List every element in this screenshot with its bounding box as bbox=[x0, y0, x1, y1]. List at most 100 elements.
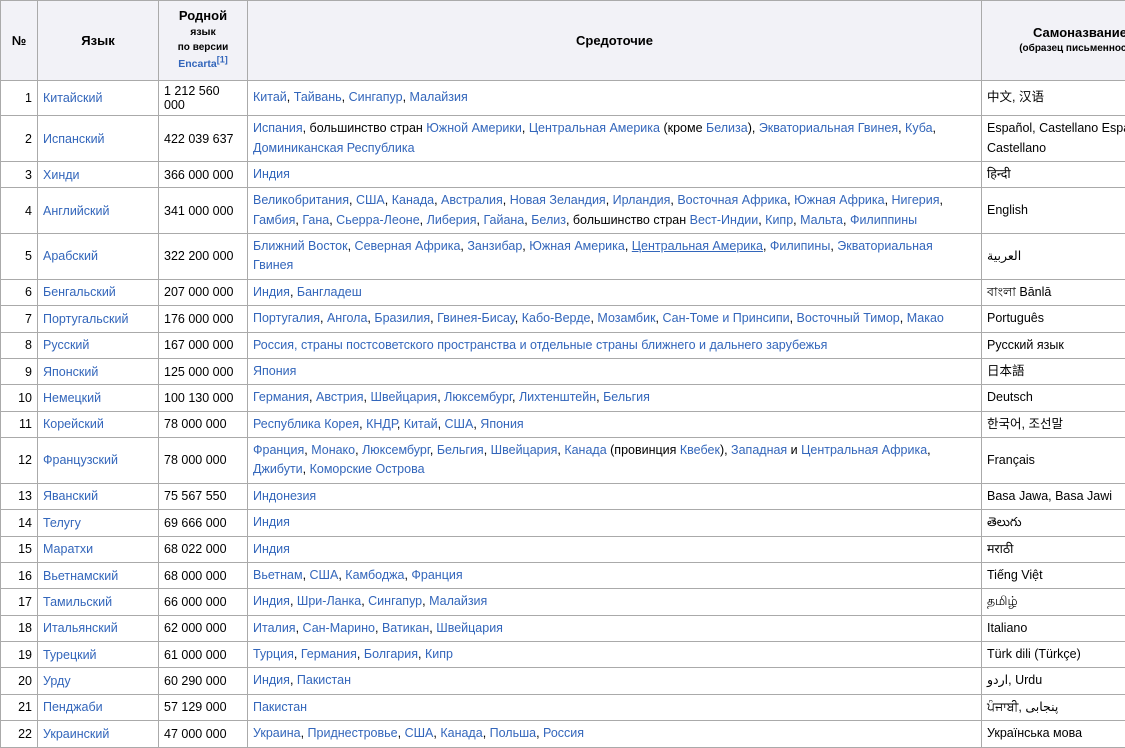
region-link[interactable]: Ангола bbox=[327, 311, 367, 325]
column-header-focus[interactable]: Средоточие bbox=[248, 1, 982, 81]
region-link[interactable]: Люксембург bbox=[362, 443, 430, 457]
region-link[interactable]: Экваториальная Гвинея bbox=[759, 121, 898, 135]
region-link[interactable]: Монако bbox=[311, 443, 355, 457]
region-link[interactable]: Швейцария bbox=[491, 443, 558, 457]
region-link[interactable]: Канада bbox=[440, 726, 482, 740]
region-link[interactable]: Япония bbox=[253, 364, 296, 378]
region-link[interactable]: Гана bbox=[302, 213, 329, 227]
region-link[interactable]: Кабо-Верде bbox=[522, 311, 591, 325]
region-link[interactable]: Белиз bbox=[531, 213, 566, 227]
region-link[interactable]: Великобритания bbox=[253, 193, 349, 207]
region-link[interactable]: Россия bbox=[543, 726, 584, 740]
region-link[interactable]: Сингапур bbox=[349, 90, 403, 104]
region-link[interactable]: Ближний Восток bbox=[253, 239, 348, 253]
region-link[interactable]: Гвинея-Бисау bbox=[437, 311, 515, 325]
region-link[interactable]: Белиза bbox=[706, 121, 748, 135]
language-link[interactable]: Украинский bbox=[43, 727, 109, 741]
region-link[interactable]: Камбоджа bbox=[345, 568, 404, 582]
region-link[interactable]: Макао bbox=[907, 311, 944, 325]
region-link[interactable]: Джибути bbox=[253, 462, 303, 476]
region-link[interactable]: Сан-Марино bbox=[303, 621, 375, 635]
region-link[interactable]: Южная Африка bbox=[794, 193, 884, 207]
region-link[interactable]: Либерия bbox=[427, 213, 477, 227]
region-link[interactable]: Испания bbox=[253, 121, 303, 135]
region-link[interactable]: Индия bbox=[253, 673, 290, 687]
region-link[interactable]: США bbox=[356, 193, 385, 207]
region-link[interactable]: Коморские Острова bbox=[310, 462, 425, 476]
language-link[interactable]: Итальянский bbox=[43, 621, 118, 635]
region-link[interactable]: Центральная Америка bbox=[529, 121, 660, 135]
language-link[interactable]: Немецкий bbox=[43, 391, 101, 405]
region-link[interactable]: Австралия bbox=[441, 193, 503, 207]
region-link[interactable]: Португалия bbox=[253, 311, 320, 325]
region-link[interactable]: Польша bbox=[490, 726, 536, 740]
region-link[interactable]: Индия bbox=[253, 167, 290, 181]
region-link[interactable]: Китай bbox=[253, 90, 287, 104]
region-link[interactable]: Турция bbox=[253, 647, 294, 661]
region-link[interactable]: Мозамбик bbox=[597, 311, 655, 325]
region-link[interactable]: Франция bbox=[411, 568, 462, 582]
column-header-number[interactable]: № bbox=[1, 1, 38, 81]
region-link[interactable]: Восточная Африка bbox=[677, 193, 787, 207]
language-link[interactable]: Французский bbox=[43, 453, 118, 467]
region-link[interactable]: Сингапур bbox=[368, 594, 422, 608]
reference-superscript[interactable]: [1] bbox=[217, 55, 228, 65]
region-link[interactable]: Квебек bbox=[680, 443, 720, 457]
region-link[interactable]: Индия bbox=[253, 542, 290, 556]
region-link[interactable]: Австрия bbox=[316, 390, 364, 404]
region-link[interactable]: Германия bbox=[301, 647, 357, 661]
region-link[interactable]: КНДР bbox=[366, 417, 397, 431]
region-link[interactable]: Ватикан bbox=[382, 621, 429, 635]
region-link[interactable]: Северная Африка bbox=[355, 239, 461, 253]
region-link[interactable]: Италия bbox=[253, 621, 296, 635]
language-link[interactable]: Японский bbox=[43, 365, 98, 379]
region-link[interactable]: Западная bbox=[731, 443, 787, 457]
region-link[interactable]: Бельгия bbox=[437, 443, 484, 457]
region-link[interactable]: Канада bbox=[564, 443, 606, 457]
language-link[interactable]: Турецкий bbox=[43, 648, 97, 662]
region-link[interactable]: Индия bbox=[253, 285, 290, 299]
language-link[interactable]: Маратхи bbox=[43, 542, 93, 556]
language-link[interactable]: Корейский bbox=[43, 417, 104, 431]
region-link[interactable]: Кипр bbox=[425, 647, 453, 661]
region-link[interactable]: Индия bbox=[253, 515, 290, 529]
region-link[interactable]: Сан-Томе и Принсипи bbox=[663, 311, 790, 325]
region-link[interactable]: США bbox=[310, 568, 339, 582]
region-link[interactable]: Центральная Америка bbox=[632, 239, 763, 253]
region-link[interactable]: Индия bbox=[253, 594, 290, 608]
region-link[interactable]: Республика Корея bbox=[253, 417, 359, 431]
region-link[interactable]: Китай bbox=[404, 417, 438, 431]
encarta-link[interactable]: Encarta bbox=[178, 58, 217, 70]
region-link[interactable]: Швейцария bbox=[370, 390, 437, 404]
language-link[interactable]: Английский bbox=[43, 204, 109, 218]
region-link[interactable]: Бразилия bbox=[374, 311, 430, 325]
region-link[interactable]: Малайзия bbox=[410, 90, 468, 104]
region-link[interactable]: Нигерия bbox=[892, 193, 940, 207]
language-link[interactable]: Урду bbox=[43, 674, 71, 688]
region-link[interactable]: Бангладеш bbox=[297, 285, 362, 299]
region-link[interactable]: Куба bbox=[905, 121, 933, 135]
region-link[interactable]: Вьетнам bbox=[253, 568, 303, 582]
region-link[interactable]: Болгария bbox=[364, 647, 418, 661]
region-link[interactable]: Гайана bbox=[483, 213, 524, 227]
column-header-self-name[interactable]: Самоназвание (образец письменности) bbox=[982, 1, 1125, 81]
region-link[interactable]: , страны постсоветского пространства и о… bbox=[294, 338, 827, 352]
region-link[interactable]: Доминиканская Республика bbox=[253, 141, 415, 155]
region-link[interactable]: Мальта bbox=[800, 213, 843, 227]
region-link[interactable]: Пакистан bbox=[297, 673, 351, 687]
region-link[interactable]: Новая Зеландия bbox=[510, 193, 606, 207]
region-link[interactable]: Филиппины bbox=[850, 213, 917, 227]
region-link[interactable]: США bbox=[405, 726, 434, 740]
reference-link-1[interactable]: [1] bbox=[217, 55, 228, 65]
region-link[interactable]: Вест-Индии bbox=[690, 213, 759, 227]
region-link[interactable]: Бельгия bbox=[603, 390, 650, 404]
column-header-native-speakers[interactable]: Родной язык по версии Encarta[1] bbox=[159, 1, 248, 81]
region-link[interactable]: Приднестровье bbox=[308, 726, 398, 740]
region-link[interactable]: Россия bbox=[253, 338, 294, 352]
region-link[interactable]: Южная Америка bbox=[529, 239, 625, 253]
region-link[interactable]: Япония bbox=[480, 417, 523, 431]
region-link[interactable]: Тайвань bbox=[294, 90, 342, 104]
language-link[interactable]: Вьетнамский bbox=[43, 569, 118, 583]
language-link[interactable]: Арабский bbox=[43, 249, 98, 263]
language-link[interactable]: Китайский bbox=[43, 91, 102, 105]
